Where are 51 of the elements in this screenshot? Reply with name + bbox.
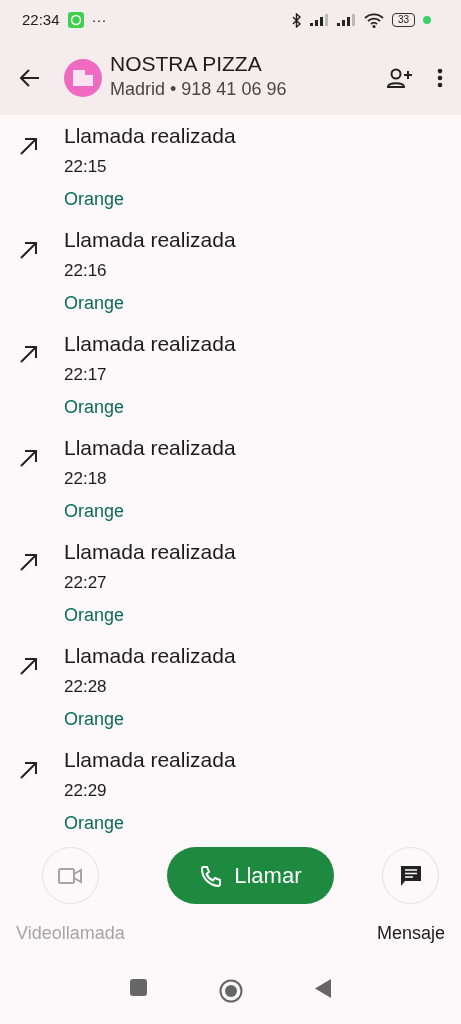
message-icon bbox=[399, 864, 422, 887]
phone-icon bbox=[200, 864, 223, 887]
more-options-icon[interactable] bbox=[437, 67, 443, 88]
call-time: 22:17 bbox=[64, 364, 108, 387]
outgoing-call-icon bbox=[20, 137, 38, 155]
outgoing-call-icon bbox=[20, 345, 38, 363]
call-time: 22:15 bbox=[64, 156, 108, 179]
action-label: Videollamada bbox=[16, 922, 125, 945]
call-type: Llamada realizada bbox=[64, 435, 236, 461]
call-type: Llamada realizada bbox=[64, 123, 236, 149]
outgoing-call-icon bbox=[20, 761, 38, 779]
bluetooth-icon bbox=[291, 12, 302, 28]
chat-app-icon bbox=[67, 12, 84, 28]
video-camera-icon bbox=[58, 867, 83, 884]
add-contact-icon[interactable] bbox=[387, 67, 413, 88]
business-avatar bbox=[64, 58, 102, 97]
action-label: Mensaje bbox=[376, 922, 445, 945]
call-type: Llamada realizada bbox=[64, 747, 236, 773]
contact-details: Madrid • 918 41 06 96 bbox=[110, 78, 287, 102]
carrier-label: Orange bbox=[64, 291, 126, 315]
call-time: 22:28 bbox=[64, 676, 108, 699]
signal-icon bbox=[309, 14, 329, 26]
clock: 22:34 bbox=[22, 9, 60, 30]
call-button[interactable]: Llamar bbox=[167, 847, 335, 904]
outgoing-call-icon bbox=[20, 241, 38, 259]
more-notifications: ··· bbox=[91, 9, 107, 30]
call-type: Llamada realizada bbox=[64, 227, 236, 253]
outgoing-call-icon bbox=[20, 449, 38, 467]
carrier-label: Orange bbox=[64, 187, 126, 211]
call-time: 22:16 bbox=[64, 260, 108, 283]
carrier-label: Orange bbox=[64, 395, 126, 419]
back-nav-icon[interactable] bbox=[315, 979, 331, 998]
battery-level: 33 bbox=[391, 13, 415, 27]
call-time: 22:27 bbox=[64, 572, 108, 595]
wifi-icon bbox=[363, 12, 384, 28]
dot-icon bbox=[423, 16, 431, 24]
outgoing-call-icon bbox=[20, 657, 38, 675]
outgoing-call-icon bbox=[20, 553, 38, 571]
back-icon[interactable] bbox=[20, 68, 40, 87]
signal-icon bbox=[336, 14, 356, 26]
carrier-label: Orange bbox=[64, 603, 126, 627]
carrier-label: Orange bbox=[64, 499, 126, 523]
carrier-label: Orange bbox=[64, 707, 126, 731]
call-type: Llamada realizada bbox=[64, 331, 236, 357]
call-type: Llamada realizada bbox=[64, 643, 236, 669]
contact-name: NOSTRA PIZZA bbox=[110, 51, 263, 77]
call-time: 22:29 bbox=[64, 780, 108, 803]
carrier-label: Orange bbox=[64, 811, 126, 835]
home-icon[interactable] bbox=[219, 979, 243, 1003]
call-time: 22:18 bbox=[64, 468, 108, 491]
call-type: Llamada realizada bbox=[64, 539, 236, 565]
